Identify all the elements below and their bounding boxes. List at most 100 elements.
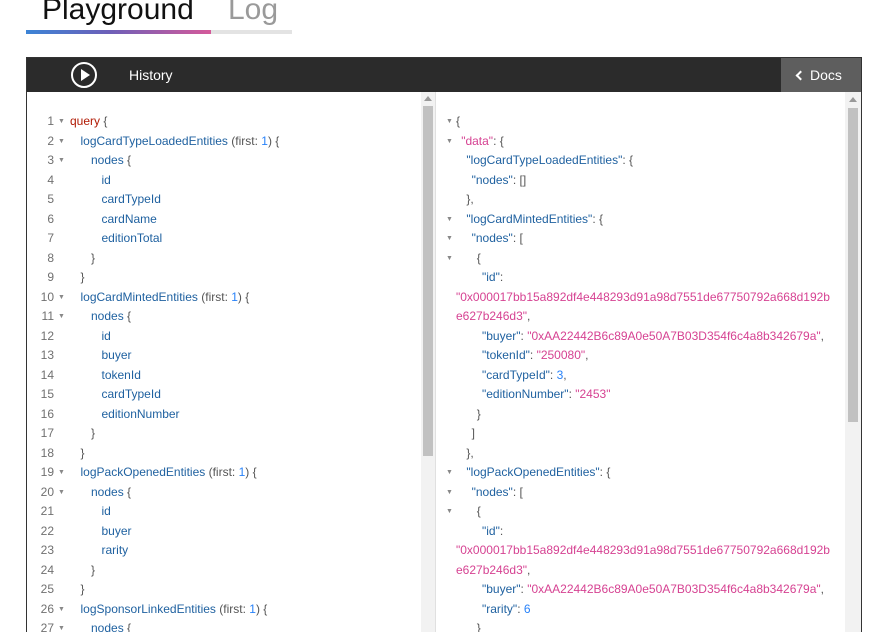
- docs-button[interactable]: Docs: [781, 58, 861, 92]
- code-text: }: [81, 444, 85, 464]
- query-line[interactable]: 16 editionNumber: [27, 405, 435, 425]
- line-number: 12: [40, 328, 54, 343]
- query-line[interactable]: 12 id: [27, 327, 435, 347]
- query-line[interactable]: 7 editionTotal: [27, 229, 435, 249]
- scroll-up-arrow-icon[interactable]: [849, 97, 857, 102]
- fold-arrow-icon[interactable]: ▼: [58, 307, 65, 327]
- code-token: "nodes": [471, 231, 513, 245]
- query-editor[interactable]: 1 ▼ query {2 ▼ logCardTypeLoadedEntities (fi…: [27, 92, 435, 632]
- code-text: "logCardMintedEntities": {: [466, 210, 603, 230]
- code-text: }: [91, 561, 95, 581]
- query-line[interactable]: 11 ▼ nodes {: [27, 307, 435, 327]
- code-token: }: [476, 621, 481, 632]
- code-token: "id": [482, 523, 500, 538]
- code-text: nodes {: [91, 307, 131, 327]
- query-line[interactable]: 25}: [27, 580, 435, 600]
- fold-arrow-icon[interactable]: ▼: [58, 600, 65, 620]
- fold-arrow-icon[interactable]: ▼: [58, 463, 65, 483]
- fold-arrow-icon[interactable]: ▼: [446, 502, 453, 522]
- line-number: 27: [40, 621, 54, 632]
- code-token: : {: [599, 465, 611, 479]
- fold-arrow-icon[interactable]: ▼: [446, 463, 453, 483]
- fold-arrow-icon[interactable]: ▼: [446, 132, 453, 152]
- code-token: id: [101, 328, 111, 343]
- result-line: e627b246d3",: [436, 561, 861, 581]
- scrollbar-thumb[interactable]: [423, 106, 433, 456]
- query-line[interactable]: 22 buyer: [27, 522, 435, 542]
- query-line[interactable]: 2 ▼ logCardTypeLoadedEntities (first: 1) {: [27, 132, 435, 152]
- code-text: logPackOpenedEntities (first: 1) {: [81, 463, 257, 483]
- scrollbar-thumb[interactable]: [848, 108, 858, 422]
- fold-arrow-icon[interactable]: ▼: [58, 151, 65, 171]
- result-viewer-scrollbar[interactable]: [845, 92, 861, 632]
- fold-arrow-icon[interactable]: ▼: [58, 132, 65, 152]
- code-text: "cardTypeId": 3,: [482, 366, 567, 386]
- code-token: "0x000017bb15a892df4e448293d91a98d7551de…: [456, 289, 830, 304]
- code-token: ]: [471, 426, 475, 440]
- fold-arrow-icon[interactable]: ▼: [446, 229, 453, 249]
- query-line[interactable]: 9}: [27, 268, 435, 288]
- fold-arrow-icon[interactable]: ▼: [446, 483, 453, 503]
- query-line[interactable]: 15 cardTypeId: [27, 385, 435, 405]
- code-text: id: [102, 171, 111, 191]
- code-token: "buyer": [482, 582, 521, 596]
- query-line[interactable]: 8}: [27, 249, 435, 269]
- query-line[interactable]: 10 ▼ logCardMintedEntities (first: 1) {: [27, 288, 435, 308]
- line-number: 15: [40, 387, 54, 401]
- code-token: "cardTypeId": [482, 367, 550, 382]
- line-number: 23: [40, 543, 54, 557]
- code-token: "250080": [536, 348, 586, 362]
- query-line[interactable]: 26 ▼ logSponsorLinkedEntities (first: 1) {: [27, 600, 435, 620]
- fold-arrow-icon[interactable]: ▼: [446, 112, 453, 132]
- query-line[interactable]: 21 id: [27, 502, 435, 522]
- query-line[interactable]: 3 ▼ nodes {: [27, 151, 435, 171]
- query-line[interactable]: 13 buyer: [27, 346, 435, 366]
- code-text: logCardTypeLoadedEntities (first: 1) {: [81, 132, 280, 152]
- result-line: "rarity": 6: [436, 600, 861, 620]
- query-line[interactable]: 6 cardName: [27, 210, 435, 230]
- fold-arrow-icon[interactable]: ▼: [58, 288, 65, 308]
- fold-arrow-icon[interactable]: ▼: [58, 112, 65, 132]
- code-token: : []: [512, 172, 527, 187]
- query-line[interactable]: 5 cardTypeId: [27, 190, 435, 210]
- execute-query-button[interactable]: [71, 62, 97, 88]
- query-line[interactable]: 1 ▼ query {: [27, 112, 435, 132]
- query-line[interactable]: 14 tokenId: [27, 366, 435, 386]
- code-text: "id":: [482, 522, 503, 542]
- toolbar: History Docs: [27, 58, 861, 92]
- fold-arrow-icon[interactable]: ▼: [58, 619, 65, 632]
- code-text: cardTypeId: [102, 190, 161, 210]
- code-token: "id": [482, 270, 500, 284]
- code-token: "0xAA22442B6c89A0e50A7B03D354f6c4a8b3426…: [527, 328, 821, 343]
- fold-arrow-icon[interactable]: ▼: [446, 210, 453, 230]
- code-text: "rarity": 6: [482, 600, 531, 620]
- query-line[interactable]: 23 rarity: [27, 541, 435, 561]
- scroll-up-arrow-icon[interactable]: [424, 96, 432, 101]
- code-text: },: [466, 190, 473, 210]
- fold-arrow-icon[interactable]: ▼: [58, 483, 65, 503]
- query-line[interactable]: 20 ▼ nodes {: [27, 483, 435, 503]
- code-text: logSponsorLinkedEntities (first: 1) {: [81, 600, 268, 620]
- query-line[interactable]: 19 ▼ logPackOpenedEntities (first: 1) {: [27, 463, 435, 483]
- query-line[interactable]: 17}: [27, 424, 435, 444]
- graphql-playground: History Docs 1 ▼ query {2 ▼ logCardTypeLoade…: [26, 57, 862, 632]
- top-tabs: Playground Log: [26, 0, 292, 34]
- fold-arrow-icon[interactable]: ▼: [446, 249, 453, 269]
- code-token: cardTypeId: [101, 192, 161, 206]
- query-line[interactable]: 18}: [27, 444, 435, 464]
- query-line[interactable]: 4 id: [27, 171, 435, 191]
- query-line[interactable]: 27 ▼ nodes {: [27, 619, 435, 632]
- code-token: e627b246d3": [456, 562, 527, 577]
- line-number: 4: [47, 172, 54, 187]
- tab-log[interactable]: Log: [228, 0, 278, 30]
- code-token: ,: [563, 367, 567, 382]
- code-text: nodes {: [91, 619, 131, 632]
- query-editor-scrollbar[interactable]: [421, 92, 435, 632]
- history-button[interactable]: History: [129, 66, 173, 84]
- query-line[interactable]: 24}: [27, 561, 435, 581]
- code-token: {: [123, 309, 132, 323]
- tab-playground[interactable]: Playground: [42, 0, 194, 30]
- code-token: logPackOpenedEntities: [80, 465, 206, 479]
- code-token: editionNumber: [101, 406, 180, 421]
- code-text: query {: [70, 112, 107, 132]
